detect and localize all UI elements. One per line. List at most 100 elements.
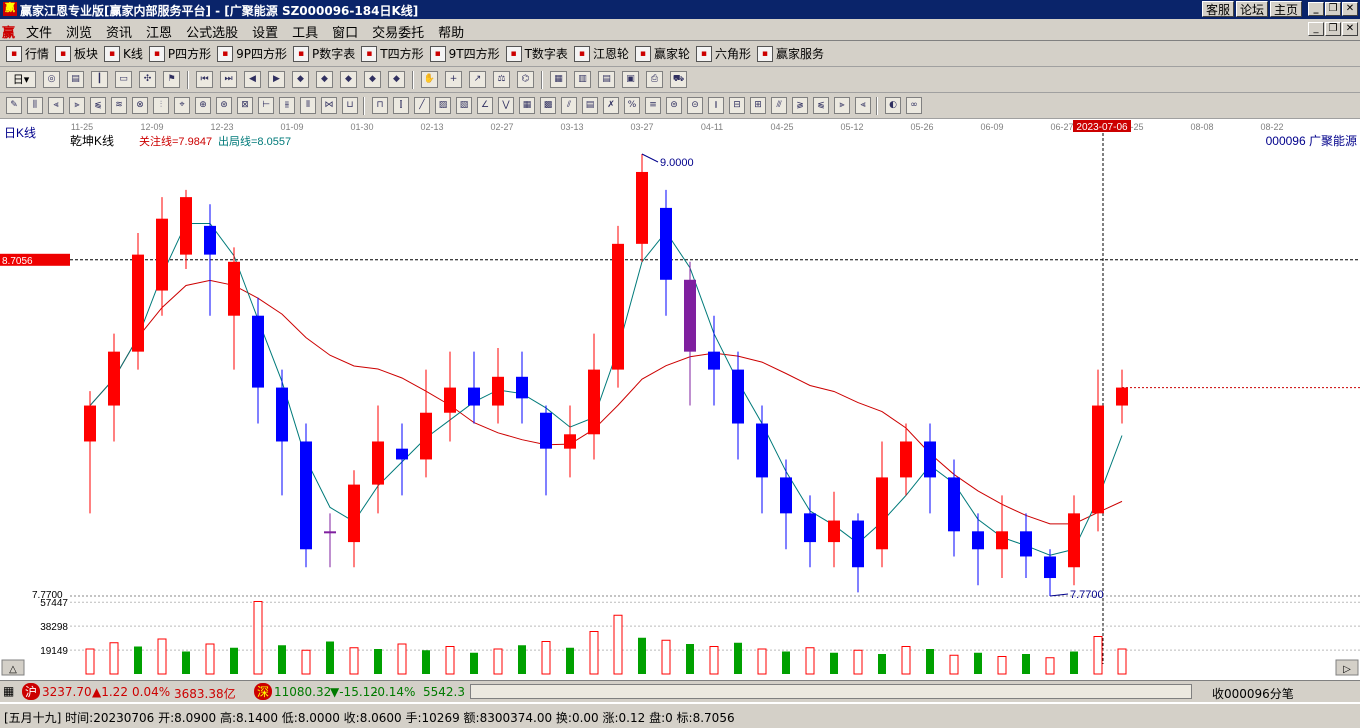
draw-tool-31-icon[interactable]: ≡	[645, 97, 661, 114]
diamond1-icon[interactable]: ◆	[292, 71, 309, 88]
toolbar-ts-button[interactable]: ▪ T四方形	[361, 45, 424, 62]
flag-icon[interactable]: ⚑	[163, 71, 180, 88]
diamond3-icon[interactable]: ◆	[340, 71, 357, 88]
draw-tool-7-icon[interactable]: ⊗	[132, 97, 148, 114]
horizontal-scrollbar[interactable]	[470, 684, 1192, 699]
overlay-icon[interactable]: ⌬	[517, 71, 534, 88]
close-button[interactable]: ✕	[1342, 2, 1358, 16]
draw-tool-21-icon[interactable]: ▨	[435, 97, 451, 114]
draw-tool-25-icon[interactable]: ▦	[519, 97, 535, 114]
toolbar-tn-button[interactable]: ▪ T数字表	[505, 45, 568, 62]
draw-tool-37-icon[interactable]: ⫻	[771, 97, 787, 114]
next-icon[interactable]: ▶	[268, 71, 285, 88]
draw-tool-13-icon[interactable]: ⊢	[258, 97, 274, 114]
draw-tool-43-icon[interactable]: ∞	[906, 97, 922, 114]
menu-window[interactable]: 窗口	[332, 22, 358, 41]
doc-close-button[interactable]: ✕	[1342, 22, 1358, 36]
draw-tool-22-icon[interactable]: ▧	[456, 97, 472, 114]
draw-tool-4-icon[interactable]: ⫸	[69, 97, 85, 114]
draw-tool-41-icon[interactable]: ⫷	[855, 97, 871, 114]
toolbar-p9-button[interactable]: ▪ 9P四方形	[217, 45, 287, 62]
calculator-icon[interactable]: ▥	[574, 71, 591, 88]
menu-formula[interactable]: 公式选股	[186, 22, 238, 41]
truck-icon[interactable]: ⛟	[670, 71, 687, 88]
menu-gann[interactable]: 江恩	[146, 22, 172, 41]
draw-tool-14-icon[interactable]: ⫵	[279, 97, 295, 114]
print-icon[interactable]: ⎙	[646, 71, 663, 88]
draw-tool-16-icon[interactable]: ⋈	[321, 97, 337, 114]
menu-browse[interactable]: 浏览	[66, 22, 92, 41]
menu-file[interactable]: 文件	[26, 22, 52, 41]
draw-tool-9-icon[interactable]: ⌖	[174, 97, 190, 114]
indicator-icon[interactable]: ▤	[67, 71, 84, 88]
table-icon[interactable]: ▦	[3, 684, 14, 698]
period-select[interactable]: 日▾	[6, 71, 36, 88]
service-link[interactable]: 客服	[1201, 1, 1234, 17]
menu-trade[interactable]: 交易委托	[372, 22, 424, 41]
draw-tool-20-icon[interactable]: ╱	[414, 97, 430, 114]
draw-tool-11-icon[interactable]: ⊛	[216, 97, 232, 114]
diamond5-icon[interactable]: ◆	[388, 71, 405, 88]
trend-icon[interactable]: ↗	[469, 71, 486, 88]
cursor-icon[interactable]: ✣	[139, 71, 156, 88]
draw-tool-35-icon[interactable]: ⊟	[729, 97, 745, 114]
notes-icon[interactable]: ▤	[598, 71, 615, 88]
draw-tool-1-icon[interactable]: ✎	[6, 97, 22, 114]
zoom-icon[interactable]: ◎	[43, 71, 60, 88]
draw-tool-8-icon[interactable]: ⫶	[153, 97, 169, 114]
crosshair-icon[interactable]: +	[445, 71, 462, 88]
toolbar-table-button[interactable]: ▪ 行情	[6, 45, 49, 62]
draw-tool-2-icon[interactable]: ⫼	[27, 97, 43, 114]
doc-minimize-button[interactable]: _	[1308, 22, 1324, 36]
draw-tool-12-icon[interactable]: ⊠	[237, 97, 253, 114]
menu-help[interactable]: 帮助	[438, 22, 464, 41]
bar-style-icon[interactable]: ┃	[91, 71, 108, 88]
draw-tool-28-icon[interactable]: ▤	[582, 97, 598, 114]
prev-icon[interactable]: ◀	[244, 71, 261, 88]
diamond2-icon[interactable]: ◆	[316, 71, 333, 88]
save-icon[interactable]: ▣	[622, 71, 639, 88]
home-link[interactable]: 主页	[1269, 1, 1302, 17]
kline-chart[interactable]: 11-25 12-09 12-23 01-09 01-30 02-13 02-27 03-13…	[0, 119, 1360, 679]
draw-tool-27-icon[interactable]: ⫽	[561, 97, 577, 114]
forum-link[interactable]: 论坛	[1235, 1, 1268, 17]
draw-tool-29-icon[interactable]: ✗	[603, 97, 619, 114]
toolbar-t9-button[interactable]: ▪ 9T四方形	[429, 45, 500, 62]
draw-tool-38-icon[interactable]: ⫺	[792, 97, 808, 114]
draw-tool-10-icon[interactable]: ⊕	[195, 97, 211, 114]
diamond4-icon[interactable]: ◆	[364, 71, 381, 88]
draw-tool-23-icon[interactable]: ∠	[477, 97, 493, 114]
draw-tool-24-icon[interactable]: ⋁	[498, 97, 514, 114]
toolbar-pn-button[interactable]: ▪ P数字表	[293, 45, 355, 62]
menu-tools[interactable]: 工具	[292, 22, 318, 41]
ticks-button[interactable]: 收000096分笔	[1212, 685, 1294, 702]
toolbar-dollar-button[interactable]: ▪ 赢家服务	[756, 45, 824, 62]
draw-tool-42-icon[interactable]: ◐	[885, 97, 901, 114]
draw-tool-36-icon[interactable]: ⊞	[750, 97, 766, 114]
draw-tool-40-icon[interactable]: ⫸	[834, 97, 850, 114]
menu-settings[interactable]: 设置	[252, 22, 278, 41]
last-icon[interactable]: ⏭	[220, 71, 237, 88]
toolbar-candle-button[interactable]: ▪ K线	[104, 45, 143, 62]
draw-tool-19-icon[interactable]: ⫿	[393, 97, 409, 114]
first-icon[interactable]: ⏮	[196, 71, 213, 88]
restore-button[interactable]: ❐	[1325, 2, 1341, 16]
hand-icon[interactable]: ✋	[421, 71, 438, 88]
draw-tool-33-icon[interactable]: ⊝	[687, 97, 703, 114]
draw-tool-32-icon[interactable]: ⊜	[666, 97, 682, 114]
draw-tool-17-icon[interactable]: ⊔	[342, 97, 358, 114]
draw-tool-3-icon[interactable]: ⫷	[48, 97, 64, 114]
doc-restore-button[interactable]: ❐	[1325, 22, 1341, 36]
draw-tool-39-icon[interactable]: ⫹	[813, 97, 829, 114]
toolbar-ps-button[interactable]: ▪ P四方形	[148, 45, 211, 62]
calendar-icon[interactable]: ▦	[550, 71, 567, 88]
bar-width-icon[interactable]: ▭	[115, 71, 132, 88]
menu-info[interactable]: 资讯	[106, 22, 132, 41]
draw-tool-18-icon[interactable]: ⊓	[372, 97, 388, 114]
toolbar-winner-wheel-button[interactable]: ▪ 赢家轮	[634, 45, 690, 62]
toolbar-grid-button[interactable]: ▪ 板块	[55, 45, 98, 62]
draw-tool-30-icon[interactable]: %	[624, 97, 640, 114]
draw-tool-26-icon[interactable]: ▩	[540, 97, 556, 114]
compare-icon[interactable]: ⚖	[493, 71, 510, 88]
draw-tool-15-icon[interactable]: ⫴	[300, 97, 316, 114]
